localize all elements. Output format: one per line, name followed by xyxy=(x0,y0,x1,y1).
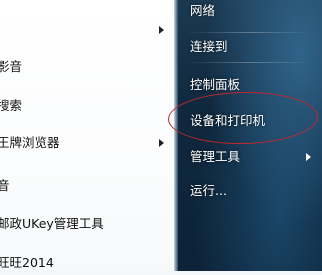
submenu-arrow-icon xyxy=(159,139,164,147)
program-item-label: 影音 xyxy=(0,59,23,74)
program-item-wangwang[interactable]: 旺旺2014 xyxy=(0,251,174,275)
program-item-yin[interactable]: 音 xyxy=(0,174,174,198)
start-menu-programs-pane: 影音 搜索 王牌浏览器 音 邮政UKey管理工具 旺旺2014 xyxy=(0,0,174,271)
menu-separator xyxy=(186,62,312,63)
program-item-yingyin[interactable]: 影音 xyxy=(0,55,174,79)
menu-item-run[interactable]: 运行... xyxy=(190,180,227,202)
program-item-label: 王牌浏览器 xyxy=(0,135,60,150)
program-item-ukey[interactable]: 邮政UKey管理工具 xyxy=(0,212,174,236)
menu-separator xyxy=(186,32,312,33)
program-item-label: 搜索 xyxy=(0,98,23,113)
submenu-arrow-icon[interactable] xyxy=(159,26,164,34)
menu-item-connect-to[interactable]: 连接到 xyxy=(190,36,228,58)
program-item-label: 邮政UKey管理工具 xyxy=(0,216,104,231)
program-item-label: 旺旺2014 xyxy=(0,255,54,270)
program-item-search[interactable]: 搜索 xyxy=(0,94,174,118)
submenu-arrow-icon xyxy=(306,153,311,161)
menu-item-admin-tools[interactable]: 管理工具 xyxy=(190,146,240,168)
program-item-browser[interactable]: 王牌浏览器 xyxy=(0,131,174,155)
program-item-label: 音 xyxy=(0,178,10,193)
menu-item-network[interactable]: 网络 xyxy=(190,0,215,22)
